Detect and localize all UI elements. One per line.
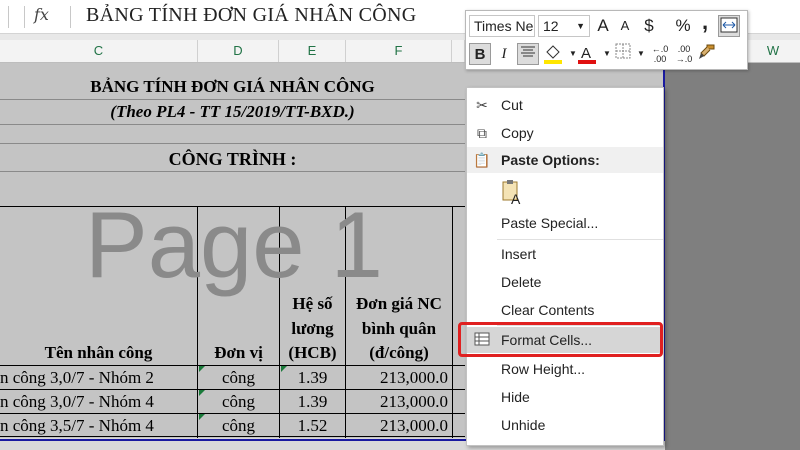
header-price-line2: bình quân bbox=[361, 319, 437, 338]
cell-name[interactable]: n công 3,5/7 - Nhóm 4 bbox=[0, 414, 154, 438]
menu-item-unhide[interactable]: Unhide bbox=[467, 412, 663, 438]
menu-item-label: Copy bbox=[501, 125, 534, 141]
bold-button[interactable]: B bbox=[469, 43, 491, 65]
merge-cells-icon[interactable] bbox=[718, 15, 740, 37]
insert-function-icon[interactable]: fx bbox=[34, 5, 49, 24]
increase-decimal-button[interactable]: ←.0 .00 bbox=[649, 43, 671, 66]
header-price-line3: (đ/công) bbox=[369, 343, 429, 362]
svg-text:A: A bbox=[511, 191, 521, 206]
cell-price[interactable]: 213,000.0 bbox=[346, 390, 448, 414]
cell-name[interactable]: n công 3,0/7 - Nhóm 4 bbox=[0, 390, 154, 414]
font-size-value: 12 bbox=[543, 18, 559, 34]
percent-button[interactable]: % bbox=[672, 15, 694, 37]
menu-item-clear-contents[interactable]: Clear Contents bbox=[467, 297, 663, 323]
cell-price[interactable]: 213,000.0 bbox=[346, 366, 448, 390]
menu-item-label: Hide bbox=[501, 389, 530, 405]
column-header-d[interactable]: D bbox=[198, 40, 279, 62]
cell-coef[interactable]: 1.39 bbox=[280, 390, 345, 414]
copy-icon: ⧉ bbox=[477, 125, 487, 141]
row-line bbox=[0, 99, 465, 100]
page-watermark: Page 1 bbox=[85, 192, 383, 297]
scissors-icon: ✂ bbox=[476, 97, 488, 113]
highlight-box bbox=[458, 322, 663, 357]
align-center-icon[interactable] bbox=[517, 43, 539, 65]
font-color-icon[interactable]: A bbox=[576, 43, 598, 65]
header-coef-line1: Hệ số bbox=[292, 294, 333, 313]
cell-price[interactable]: 213,000.0 bbox=[346, 414, 448, 438]
comma-button[interactable]: , bbox=[694, 11, 716, 33]
menu-item-cut[interactable]: ✂ Cut bbox=[467, 92, 663, 118]
column-header-c[interactable]: C bbox=[0, 40, 198, 62]
clipboard-icon: 📋 bbox=[473, 152, 491, 168]
cell-unit[interactable]: công bbox=[198, 390, 279, 414]
menu-item-label: Paste Special... bbox=[501, 215, 599, 231]
header-price-line1: Đơn giá NC bbox=[356, 294, 442, 313]
grow-font-button[interactable]: A bbox=[592, 15, 614, 37]
row-line bbox=[0, 124, 465, 125]
menu-item-hide[interactable]: Hide bbox=[467, 384, 663, 410]
cell-coef[interactable]: 1.39 bbox=[280, 366, 345, 390]
separator bbox=[70, 6, 71, 28]
formula-input[interactable]: BẢNG TÍNH ĐƠN GIÁ NHÂN CÔNG bbox=[86, 4, 417, 27]
menu-item-label: Paste Options: bbox=[501, 152, 600, 168]
paste-options-header: 📋 Paste Options: bbox=[467, 147, 663, 173]
fill-color-icon[interactable] bbox=[542, 43, 564, 65]
chevron-down-icon: ▼ bbox=[576, 21, 585, 31]
menu-item-label: Clear Contents bbox=[501, 302, 595, 318]
font-name-box[interactable]: Times Ne bbox=[469, 15, 535, 37]
column-header-f[interactable]: F bbox=[346, 40, 452, 62]
column-header-w[interactable]: W bbox=[746, 40, 800, 62]
row-line bbox=[0, 171, 465, 172]
menu-item-label: Row Height... bbox=[501, 361, 586, 377]
project-label: CÔNG TRÌNH : bbox=[168, 149, 297, 169]
shrink-font-button[interactable]: A bbox=[614, 15, 636, 37]
cell-unit[interactable]: công bbox=[198, 414, 279, 438]
font-size-box[interactable]: 12 ▼ bbox=[538, 15, 590, 37]
format-painter-icon[interactable] bbox=[696, 43, 718, 65]
paste-text-only-icon[interactable]: A bbox=[501, 178, 525, 207]
mini-toolbar: Times Ne 12 ▼ A A $ % , B I ▼ A ▼ ▼ ←.0 .… bbox=[465, 10, 748, 70]
menu-item-label: Delete bbox=[501, 274, 542, 290]
cell-unit[interactable]: công bbox=[198, 366, 279, 390]
currency-button[interactable]: $ bbox=[638, 15, 660, 37]
menu-item-label: Cut bbox=[501, 97, 523, 113]
cell-coef[interactable]: 1.52 bbox=[280, 414, 345, 438]
menu-item-insert[interactable]: Insert bbox=[467, 241, 663, 267]
row-line bbox=[0, 143, 465, 144]
italic-button[interactable]: I bbox=[493, 43, 515, 65]
menu-item-row-height[interactable]: Row Height... bbox=[467, 356, 663, 382]
column-header-e[interactable]: E bbox=[279, 40, 346, 62]
separator bbox=[8, 6, 9, 28]
header-name: Tên nhân công bbox=[44, 343, 153, 362]
svg-text:A: A bbox=[581, 45, 591, 62]
header-coef-line2: lương bbox=[291, 319, 334, 338]
decrease-decimal-button[interactable]: .00 →.0 bbox=[673, 43, 695, 66]
page-break-area bbox=[665, 63, 800, 450]
column-header-g[interactable] bbox=[452, 40, 465, 62]
separator bbox=[24, 6, 25, 28]
menu-item-delete[interactable]: Delete bbox=[467, 269, 663, 295]
header-coef-line3: (HCB) bbox=[288, 343, 337, 362]
cell-name[interactable]: n công 3,0/7 - Nhóm 2 bbox=[0, 366, 154, 390]
menu-item-label: Unhide bbox=[501, 417, 546, 433]
menu-item-label: Insert bbox=[501, 246, 537, 262]
sheet-subtitle: (Theo PL4 - TT 15/2019/TT-BXD.) bbox=[110, 102, 355, 121]
menu-separator bbox=[497, 239, 663, 240]
menu-item-copy[interactable]: ⧉ Copy bbox=[467, 120, 663, 146]
header-unit: Đơn vị bbox=[214, 343, 263, 362]
menu-item-paste-special[interactable]: Paste Special... bbox=[467, 210, 663, 236]
column-border bbox=[452, 206, 453, 438]
context-menu: ✂ Cut ⧉ Copy 📋 Paste Options: A Paste Sp… bbox=[466, 87, 664, 446]
sheet-title: BẢNG TÍNH ĐƠN GIÁ NHÂN CÔNG bbox=[90, 77, 375, 96]
